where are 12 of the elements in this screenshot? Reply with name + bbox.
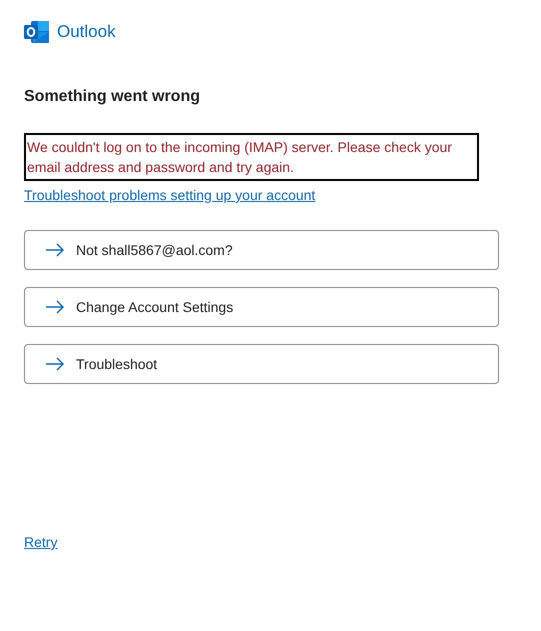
action-button[interactable]: Not shall5867@aol.com? <box>24 230 499 270</box>
app-name: Outlook <box>57 22 116 42</box>
help-link[interactable]: Troubleshoot problems setting up your account <box>24 187 316 203</box>
heading: Something went wrong <box>24 88 200 106</box>
retry-link[interactable]: Retry <box>24 534 58 550</box>
error-message: We couldn't log on to the incoming (IMAP) server. Please check your email address and password and try again. <box>24 133 479 181</box>
action-button[interactable]: Change Account Settings <box>24 287 499 327</box>
action-button[interactable]: Troubleshoot <box>24 344 499 384</box>
arrow-icon <box>45 300 65 314</box>
logo-icon <box>24 20 50 44</box>
arrow-icon <box>45 243 65 257</box>
arrow-icon <box>45 357 65 371</box>
